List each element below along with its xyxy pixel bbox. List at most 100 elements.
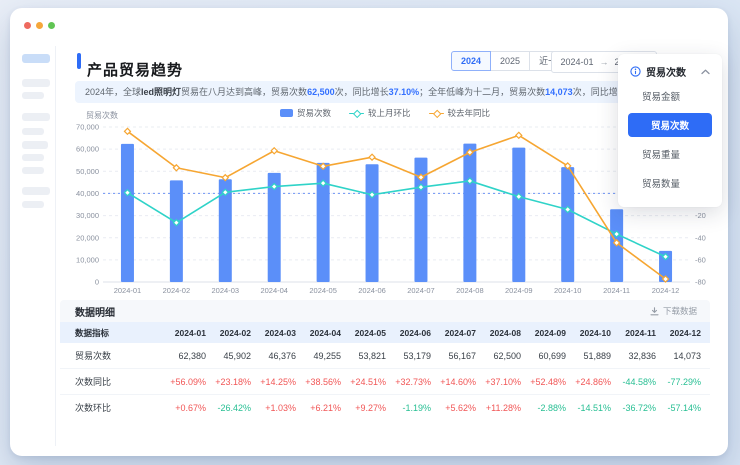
- right-axis-tick: -60: [695, 255, 706, 264]
- table-body: 贸易次数 62,380 45,902 46,376 49,255 53,821 53,179…: [60, 343, 710, 420]
- browser-window: 产品贸易趋势 20242025近一年 2024-01 → 2024-12 202…: [10, 8, 728, 456]
- chevron-up-icon: [701, 69, 710, 74]
- left-axis-tick: 20,000: [76, 233, 99, 242]
- left-axis-tick: 70,000: [76, 123, 99, 132]
- table-cell: +11.28%: [485, 402, 521, 413]
- x-axis-tick: 2024-09: [505, 286, 533, 295]
- table-header-cell: 2024-08: [489, 327, 521, 338]
- table-cell: +14.25%: [260, 376, 296, 387]
- table-cell: -26.42%: [217, 402, 251, 413]
- zoom-button[interactable]: [48, 22, 55, 29]
- table-cell: +24.51%: [350, 376, 386, 387]
- table-cell: -1.19%: [402, 402, 431, 413]
- trade-trend-chart: 贸易次数 贸易次数 较上月环比 较去年同比 0 10,000 20,000 30,000 4…: [60, 105, 710, 302]
- table-header-row: 数据指标 2024-01 2024-02 2024-03 2024-04 2024-05 2…: [60, 322, 710, 343]
- summary-segment: 次，同比增长: [334, 87, 389, 97]
- point-较去年同比-2024-06[interactable]: [368, 153, 376, 162]
- table-cell: +52.48%: [530, 376, 566, 387]
- download-data-button[interactable]: 下载数据: [650, 305, 697, 317]
- sidebar-item-placeholder[interactable]: [22, 128, 44, 135]
- sidebar-item-placeholder[interactable]: [22, 92, 44, 99]
- table-cell: +32.73%: [395, 376, 431, 387]
- table-cell: +56.09%: [170, 376, 206, 387]
- bar-2024-08[interactable]: [463, 143, 477, 282]
- table-cell: +23.18%: [215, 376, 251, 387]
- dropdown-option-贸易数量[interactable]: 贸易数量: [628, 171, 712, 195]
- table-cell: -77.29%: [667, 376, 701, 387]
- metric-dropdown-options: 贸易金额贸易次数贸易重量贸易数量: [628, 84, 712, 195]
- date-range-start: 2024-01: [560, 57, 594, 67]
- dropdown-option-贸易次数[interactable]: 贸易次数: [628, 113, 712, 137]
- dropdown-option-贸易金额[interactable]: 贸易金额: [628, 84, 712, 108]
- sidebar-item-placeholder[interactable]: [22, 154, 44, 161]
- right-axis-tick: -20: [695, 211, 706, 220]
- sidebar-item-placeholder[interactable]: [22, 113, 50, 121]
- metric-dropdown-label: 贸易次数: [646, 68, 686, 79]
- summary-segment: 37.10%: [388, 87, 420, 97]
- row-label: 次数同比: [75, 377, 112, 387]
- x-axis-tick: 2024-05: [309, 286, 337, 295]
- point-较去年同比-2024-04[interactable]: [270, 146, 279, 155]
- left-axis-tick: 50,000: [76, 167, 99, 176]
- bar-2024-01[interactable]: [120, 143, 134, 282]
- table-cell: +24.86%: [575, 376, 611, 387]
- download-icon: [650, 306, 659, 315]
- left-axis-tick: 0: [95, 278, 99, 287]
- table-header-cell: 2024-01: [174, 327, 206, 338]
- left-axis-tick: 10,000: [76, 255, 99, 264]
- dropdown-option-贸易重量[interactable]: 贸易重量: [628, 142, 712, 166]
- left-axis-tick: 60,000: [76, 145, 99, 154]
- table-header-cell: 2024-03: [264, 327, 296, 338]
- sidebar-item-placeholder[interactable]: [22, 187, 50, 195]
- chart-canvas: 0 10,000 20,000 30,000 40,000 50,000 60,000 70,…: [76, 123, 706, 295]
- bar-2024-02[interactable]: [169, 180, 183, 282]
- summary-segment: led照明灯: [141, 87, 182, 97]
- sidebar-item-placeholder[interactable]: [22, 79, 50, 87]
- tab-2024[interactable]: 2024: [451, 51, 492, 71]
- table-header-cell: 2024-12: [669, 327, 701, 338]
- table-header-cell: 2024-11: [625, 327, 656, 338]
- table-header-cell: 2024-10: [579, 327, 611, 338]
- table-cell: +1.03%: [265, 402, 296, 413]
- info-icon: [630, 66, 641, 77]
- arrow-right-icon: →: [599, 57, 609, 67]
- summary-banner: 2024年，全球led照明灯贸易在八月达到高峰，贸易次数62,500次，同比增长…: [75, 81, 706, 103]
- tab-2025[interactable]: 2025: [490, 51, 531, 71]
- bar-2024-09[interactable]: [512, 147, 526, 282]
- title-accent-bar: [77, 53, 81, 69]
- sidebar-item-placeholder[interactable]: [22, 167, 44, 174]
- table-cell: +37.10%: [485, 376, 521, 387]
- table-cell: 14,073: [673, 350, 701, 361]
- bar-2024-10[interactable]: [561, 167, 575, 282]
- bar-2024-06[interactable]: [365, 164, 379, 282]
- close-button[interactable]: [24, 22, 31, 29]
- page-title: 产品贸易趋势: [87, 62, 184, 80]
- table-cell: 62,380: [178, 350, 206, 361]
- table-cell: 45,902: [223, 350, 251, 361]
- sidebar-item-placeholder[interactable]: [22, 201, 44, 208]
- metric-dropdown-header[interactable]: 贸易次数: [628, 64, 712, 79]
- summary-segment: 2024年，全球: [85, 87, 142, 97]
- table-cell: -44.58%: [622, 376, 656, 387]
- sidebar-item-active[interactable]: [22, 54, 50, 63]
- download-label: 下载数据: [662, 306, 697, 316]
- table-header-cell: 2024-06: [399, 327, 431, 338]
- metric-dropdown: 贸易次数 贸易金额 贸易次数 贸易重量 贸易数量: [618, 54, 722, 207]
- sidebar-skeleton: [10, 46, 56, 446]
- data-detail-table: 数据明细 下载数据 数据指标 2024-01 2024-02 2024-03 2024-…: [60, 300, 710, 420]
- table-cell: +14.60%: [440, 376, 476, 387]
- x-axis-tick: 2024-08: [456, 286, 484, 295]
- table-row-次数环比: 次数环比 +0.67% -26.42% +1.03% +6.21% +9.27% -1.19…: [60, 395, 710, 420]
- summary-segment: 62,500: [307, 87, 335, 97]
- table-cell: +5.62%: [445, 402, 476, 413]
- table-cell: -2.88%: [537, 402, 566, 413]
- minimize-button[interactable]: [36, 22, 43, 29]
- summary-segment: 14,073: [545, 87, 573, 97]
- x-axis-tick: 2024-11: [603, 286, 630, 295]
- sidebar-item-placeholder[interactable]: [22, 141, 48, 149]
- left-axis-tick: 30,000: [76, 211, 99, 220]
- table-cell: 53,179: [403, 350, 431, 361]
- x-axis-tick: 2024-02: [163, 286, 191, 295]
- table-cell: 53,821: [358, 350, 386, 361]
- table-header-cell: 2024-07: [444, 327, 476, 338]
